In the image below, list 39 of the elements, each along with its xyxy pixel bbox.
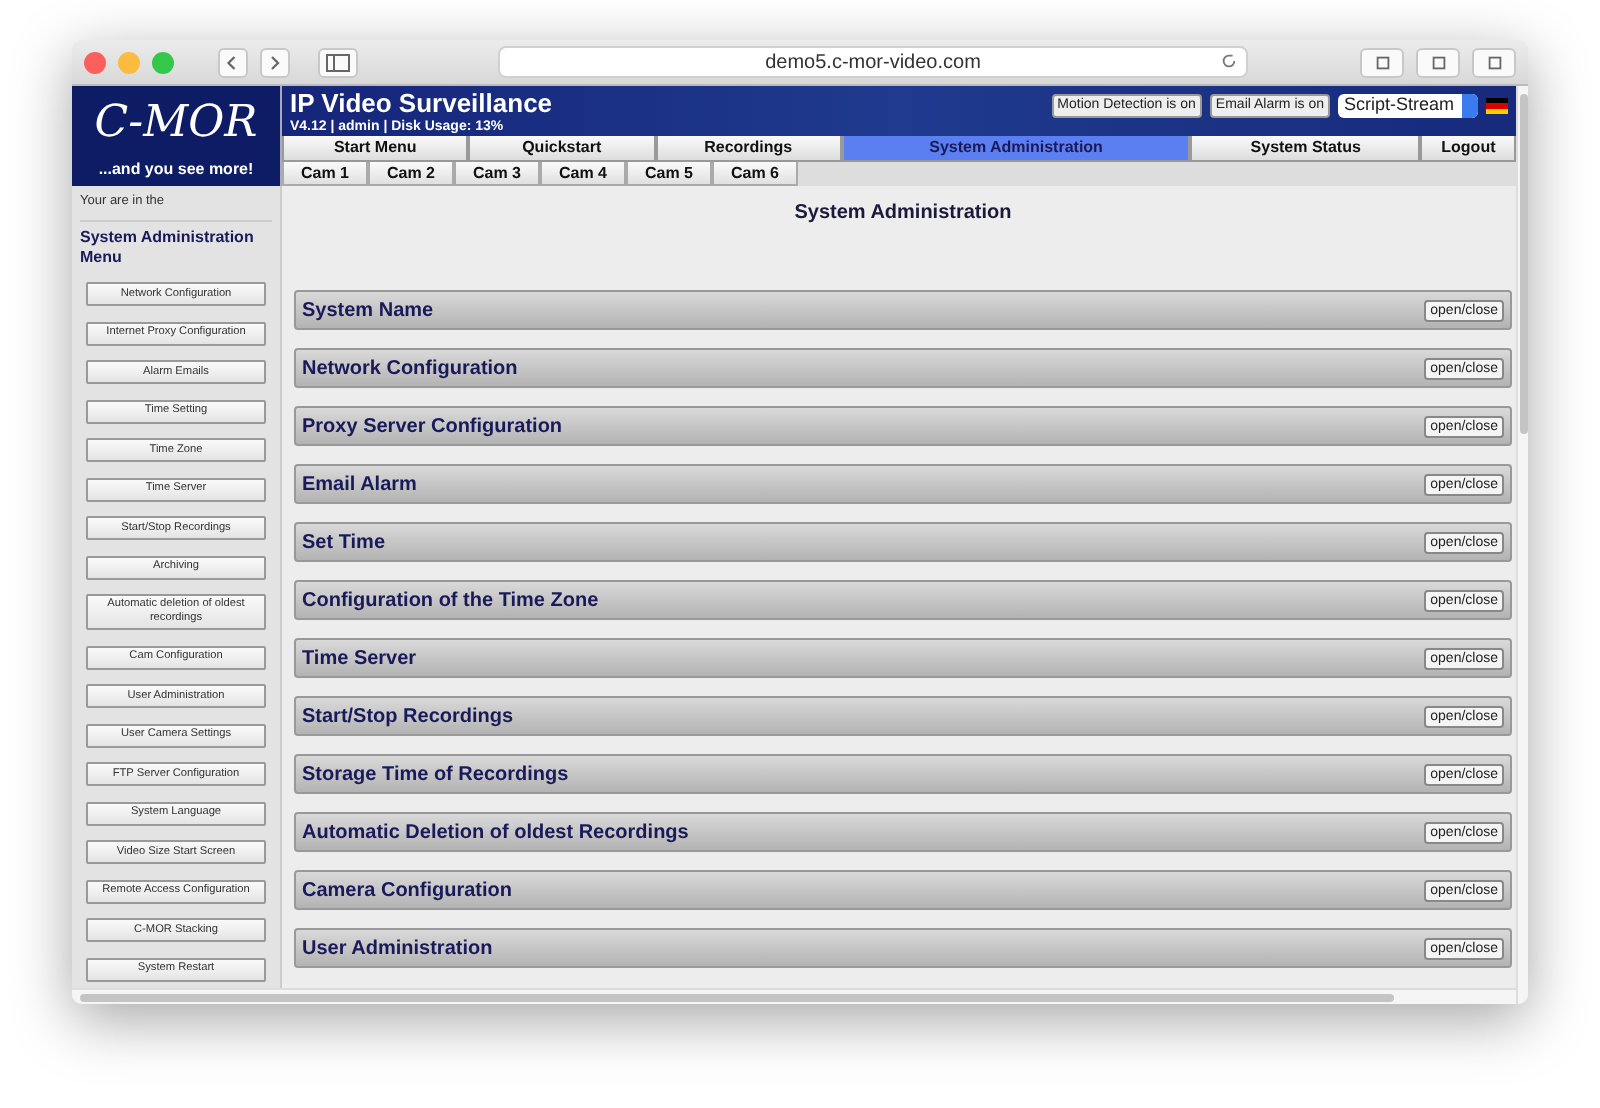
section-title: Configuration of the Time Zone <box>302 587 599 615</box>
camera-tab[interactable]: Cam 5 <box>626 162 712 186</box>
stream-select[interactable]: Script-Stream <box>1338 94 1478 118</box>
section-title: Proxy Server Configuration <box>302 413 563 441</box>
section-title: Automatic Deletion of oldest Recordings <box>302 819 689 847</box>
nav-tab[interactable]: Logout <box>1420 136 1517 162</box>
sidebar-heading: System Administration Menu <box>80 219 272 268</box>
camera-tab[interactable]: Cam 4 <box>540 162 626 186</box>
camera-tab[interactable]: Cam 6 <box>712 162 798 186</box>
forward-button[interactable] <box>260 47 290 77</box>
nav-tab[interactable]: Start Menu <box>282 136 469 162</box>
nav-tab[interactable]: System Administration <box>841 136 1191 162</box>
section-title: Time Server <box>302 645 417 673</box>
nav-tab[interactable]: System Status <box>1190 136 1421 162</box>
sidebar-icon <box>326 53 350 71</box>
flag-icon[interactable] <box>1486 98 1508 114</box>
url-text: demo5.c-mor-video.com <box>765 49 981 77</box>
section-title: Set Time <box>302 529 385 557</box>
window-control-icon[interactable] <box>84 51 106 73</box>
section-title: Storage Time of Recordings <box>302 761 569 789</box>
section-title: User Administration <box>302 935 493 963</box>
camera-tab[interactable]: Cam 2 <box>368 162 454 186</box>
slogan: ...and you see more! <box>98 158 254 182</box>
app-title: IP Video Surveillance <box>290 88 555 118</box>
section-title: Camera Configuration <box>302 877 513 905</box>
section-title: Network Configuration <box>302 355 518 383</box>
address-bar[interactable]: demo5.c-mor-video.com <box>498 46 1248 78</box>
sidebar-toggle-button[interactable] <box>318 47 358 77</box>
section-title: Start/Stop Recordings <box>302 703 514 731</box>
camera-tab[interactable]: Cam 1 <box>282 162 368 186</box>
nav-tab[interactable]: Recordings <box>655 136 842 162</box>
logo-text: C-MOR <box>94 102 258 146</box>
back-button[interactable] <box>218 47 248 77</box>
camera-tab[interactable]: Cam 3 <box>454 162 540 186</box>
nav-tab[interactable]: Quickstart <box>468 136 655 162</box>
page-title: System Administration <box>792 200 1014 228</box>
section-title: Email Alarm <box>302 471 417 499</box>
forward-icon <box>266 53 284 71</box>
section-title: System Name <box>302 297 434 325</box>
